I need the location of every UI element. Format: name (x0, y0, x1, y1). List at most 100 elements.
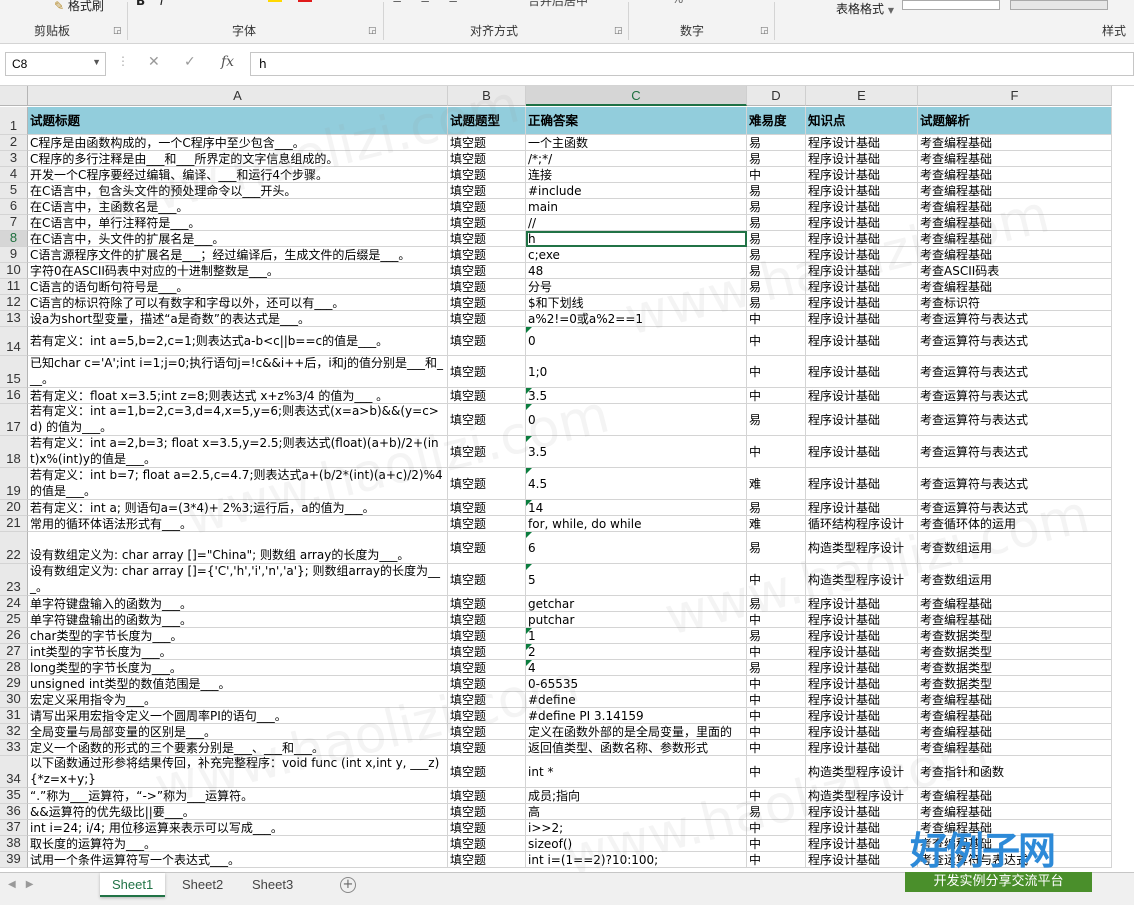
cell-c3[interactable]: /*;*/ (526, 151, 747, 167)
cell-d38[interactable]: 中 (747, 836, 806, 852)
fill-color-button[interactable] (268, 0, 282, 2)
cell-f15[interactable]: 考查运算符与表达式 (918, 356, 1112, 388)
cell-d1[interactable]: 难易度 (747, 107, 806, 135)
row-header[interactable]: 29 (0, 675, 28, 692)
cell-a32[interactable]: 全局变量与局部变量的区别是___。 (28, 724, 448, 740)
cell-d9[interactable]: 易 (747, 247, 806, 263)
cell-c30[interactable]: #define (526, 692, 747, 708)
cell-b32[interactable]: 填空题 (448, 724, 526, 740)
row-header[interactable]: 18 (0, 436, 28, 468)
row-header[interactable]: 24 (0, 595, 28, 612)
cell-b38[interactable]: 填空题 (448, 836, 526, 852)
cell-f34[interactable]: 考查指针和函数 (918, 756, 1112, 788)
cell-c31[interactable]: #define PI 3.14159 (526, 708, 747, 724)
cell-d17[interactable]: 易 (747, 404, 806, 436)
cell-c37[interactable]: i>>2; (526, 820, 747, 836)
cell-d2[interactable]: 易 (747, 135, 806, 151)
cell-b8[interactable]: 填空题 (448, 231, 526, 247)
cell-b21[interactable]: 填空题 (448, 516, 526, 532)
cell-f37[interactable]: 考查编程基础 (918, 820, 1112, 836)
font-color-button[interactable] (298, 0, 312, 2)
cell-d20[interactable]: 易 (747, 500, 806, 516)
cell-d18[interactable]: 中 (747, 436, 806, 468)
cell-b19[interactable]: 填空题 (448, 468, 526, 500)
cell-e14[interactable]: 程序设计基础 (806, 327, 918, 356)
cell-a18[interactable]: 若有定义：int a=2,b=3; float x=3.5,y=2.5;则表达式… (28, 436, 448, 468)
insert-function-button[interactable]: fx (221, 54, 234, 70)
cell-a31[interactable]: 请写出采用宏指令定义一个圆周率PI的语句___。 (28, 708, 448, 724)
row-header[interactable]: 1 (0, 107, 28, 135)
row-header[interactable]: 16 (0, 387, 28, 404)
row-header[interactable]: 5 (0, 182, 28, 199)
cell-b17[interactable]: 填空题 (448, 404, 526, 436)
cell-e18[interactable]: 程序设计基础 (806, 436, 918, 468)
cell-c28[interactable]: 4 (526, 660, 747, 676)
cell-d36[interactable]: 易 (747, 804, 806, 820)
cell-d37[interactable]: 中 (747, 820, 806, 836)
cell-a38[interactable]: 取长度的运算符为___。 (28, 836, 448, 852)
cell-e33[interactable]: 程序设计基础 (806, 740, 918, 756)
cell-d23[interactable]: 中 (747, 564, 806, 596)
cell-d15[interactable]: 中 (747, 356, 806, 388)
cell-d39[interactable]: 中 (747, 852, 806, 868)
row-header[interactable]: 19 (0, 468, 28, 500)
cell-d5[interactable]: 易 (747, 183, 806, 199)
cell-e17[interactable]: 程序设计基础 (806, 404, 918, 436)
cell-a5[interactable]: 在C语言中，包含头文件的预处理命令以___开头。 (28, 183, 448, 199)
row-header[interactable]: 23 (0, 564, 28, 596)
cell-e27[interactable]: 程序设计基础 (806, 644, 918, 660)
cell-a27[interactable]: int类型的字节长度为___。 (28, 644, 448, 660)
cell-f8[interactable]: 考查编程基础 (918, 231, 1112, 247)
cell-b6[interactable]: 填空题 (448, 199, 526, 215)
cell-e8[interactable]: 程序设计基础 (806, 231, 918, 247)
cell-a20[interactable]: 若有定义：int a; 则语句a=(3*4)+ 2%3;运行后，a的值为___。 (28, 500, 448, 516)
cell-e30[interactable]: 程序设计基础 (806, 692, 918, 708)
cell-b36[interactable]: 填空题 (448, 804, 526, 820)
cell-f24[interactable]: 考查编程基础 (918, 596, 1112, 612)
cell-a12[interactable]: C语言的标识符除了可以有数字和字母以外，还可以有___。 (28, 295, 448, 311)
cell-f19[interactable]: 考查运算符与表达式 (918, 468, 1112, 500)
cell-d27[interactable]: 中 (747, 644, 806, 660)
cell-d22[interactable]: 易 (747, 532, 806, 564)
cell-f31[interactable]: 考查编程基础 (918, 708, 1112, 724)
cell-f26[interactable]: 考查数据类型 (918, 628, 1112, 644)
merge-center-button[interactable]: 合并后居中 (528, 0, 588, 9)
cell-e21[interactable]: 循环结构程序设计 (806, 516, 918, 532)
cell-e19[interactable]: 程序设计基础 (806, 468, 918, 500)
cell-a2[interactable]: C程序是由函数构成的，一个C程序中至少包含___。 (28, 135, 448, 151)
cell-d31[interactable]: 中 (747, 708, 806, 724)
cell-c11[interactable]: 分号 (526, 279, 747, 295)
cell-c6[interactable]: main (526, 199, 747, 215)
cell-f20[interactable]: 考查运算符与表达式 (918, 500, 1112, 516)
cell-c39[interactable]: int i=(1==2)?10:100; (526, 852, 747, 868)
cell-f1[interactable]: 试题解析 (918, 107, 1112, 135)
cell-e7[interactable]: 程序设计基础 (806, 215, 918, 231)
cell-f14[interactable]: 考查运算符与表达式 (918, 327, 1112, 356)
cell-b11[interactable]: 填空题 (448, 279, 526, 295)
cell-d30[interactable]: 中 (747, 692, 806, 708)
cell-f29[interactable]: 考查数据类型 (918, 676, 1112, 692)
cell-a30[interactable]: 宏定义采用指令为___。 (28, 692, 448, 708)
cell-c25[interactable]: putchar (526, 612, 747, 628)
cell-f28[interactable]: 考查数据类型 (918, 660, 1112, 676)
cell-f21[interactable]: 考查循环体的运用 (918, 516, 1112, 532)
row-header[interactable]: 13 (0, 310, 28, 327)
cell-a22[interactable]: 设有数组定义为: char array []="China"; 则数组 arra… (28, 532, 448, 564)
cell-f35[interactable]: 考查编程基础 (918, 788, 1112, 804)
cell-e25[interactable]: 程序设计基础 (806, 612, 918, 628)
cell-b4[interactable]: 填空题 (448, 167, 526, 183)
cell-d26[interactable]: 易 (747, 628, 806, 644)
cell-f10[interactable]: 考查ASCII码表 (918, 263, 1112, 279)
cell-f23[interactable]: 考查数组运用 (918, 564, 1112, 596)
cell-e11[interactable]: 程序设计基础 (806, 279, 918, 295)
format-painter-button[interactable]: ✎ 格式刷 (54, 0, 104, 14)
cell-b31[interactable]: 填空题 (448, 708, 526, 724)
row-header[interactable]: 15 (0, 356, 28, 388)
cell-d24[interactable]: 易 (747, 596, 806, 612)
cell-c20[interactable]: 14 (526, 500, 747, 516)
cell-b1[interactable]: 试题题型 (448, 107, 526, 135)
cell-f7[interactable]: 考查编程基础 (918, 215, 1112, 231)
cell-c7[interactable]: // (526, 215, 747, 231)
cell-b24[interactable]: 填空题 (448, 596, 526, 612)
cell-c13[interactable]: a%2!=0或a%2==1 (526, 311, 747, 327)
